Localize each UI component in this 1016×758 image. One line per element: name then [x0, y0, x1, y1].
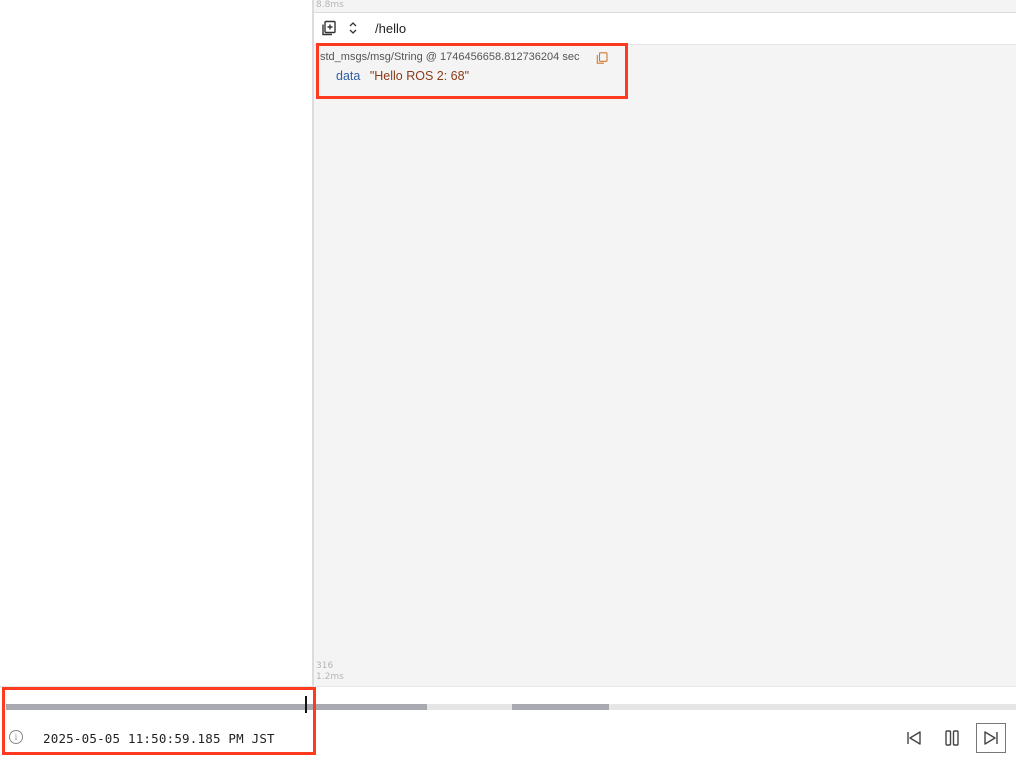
playback-bar: [0, 686, 1016, 758]
left-panel: [0, 0, 312, 686]
seek-forward-button[interactable]: [976, 723, 1006, 753]
timeline-loaded-range: [512, 704, 609, 710]
field-key: data: [336, 69, 361, 83]
copy-all-icon[interactable]: [320, 19, 338, 37]
message-field-row: data "Hello ROS 2: 68": [336, 69, 469, 83]
copy-message-icon[interactable]: [596, 51, 608, 64]
pause-button[interactable]: [937, 723, 967, 753]
raw-messages-panel: 8.8ms /hello std_msgs/msg/String @ 17464…: [314, 0, 1016, 686]
pause-icon: [945, 730, 959, 746]
info-icon[interactable]: i: [9, 730, 23, 744]
timeline-scrubber[interactable]: [6, 704, 1016, 710]
perf-indicator-time: 1.2ms: [316, 672, 344, 682]
playback-timestamp[interactable]: 2025-05-05 11:50:59.185 PM JST: [43, 731, 275, 746]
topic-path[interactable]: /hello: [375, 21, 406, 36]
seek-back-icon: [907, 731, 921, 745]
seek-forward-icon: [984, 731, 998, 745]
panel-toolbar: /hello: [314, 12, 1016, 45]
expand-collapse-icon[interactable]: [344, 19, 362, 37]
timeline-loaded-range: [6, 704, 427, 710]
seek-back-button[interactable]: [899, 723, 929, 753]
playhead[interactable]: [305, 696, 307, 713]
field-value: "Hello ROS 2: 68": [369, 69, 470, 83]
perf-indicator-count: 316: [316, 661, 334, 671]
message-type-timestamp: std_msgs/msg/String @ 1746456658.8127362…: [320, 51, 580, 63]
perf-indicator-top: 8.8ms: [316, 0, 344, 10]
